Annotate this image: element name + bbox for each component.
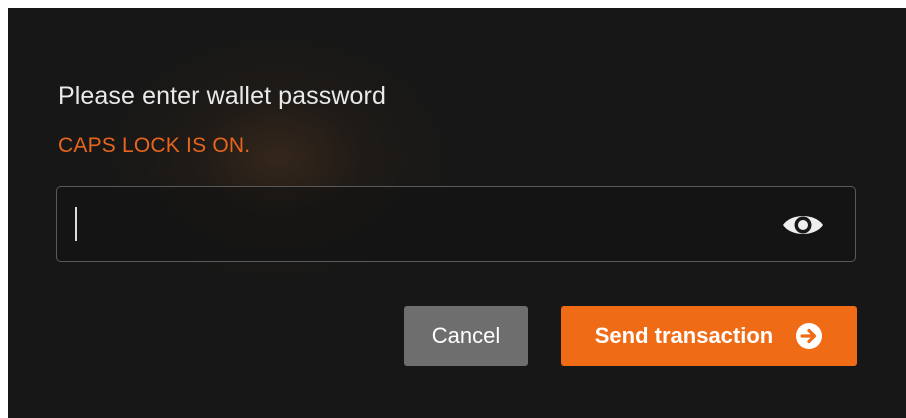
send-transaction-button[interactable]: Send transaction [561, 306, 857, 366]
arrow-right-circle-icon [795, 322, 823, 350]
eye-icon[interactable] [779, 209, 827, 241]
text-cursor [75, 207, 77, 241]
cancel-button[interactable]: Cancel [404, 306, 528, 366]
cancel-button-label: Cancel [431, 323, 501, 348]
caps-lock-warning: CAPS LOCK IS ON. [58, 134, 251, 157]
password-field[interactable] [56, 186, 856, 262]
password-dialog: Please enter wallet password CAPS LOCK I… [8, 8, 906, 418]
dialog-title: Please enter wallet password [58, 82, 386, 110]
send-transaction-label: Send transaction [594, 323, 774, 348]
password-input[interactable] [71, 197, 765, 253]
